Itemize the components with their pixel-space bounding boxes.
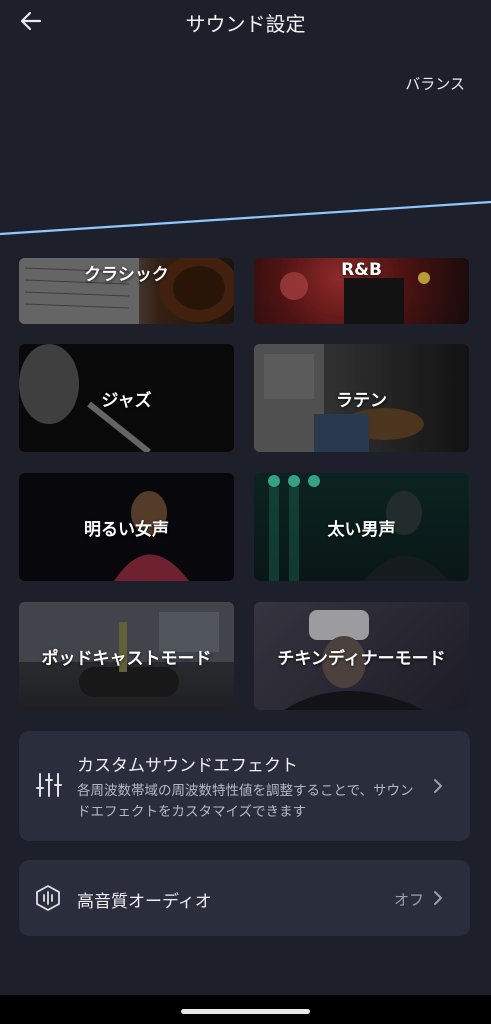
home-indicator[interactable]	[181, 1009, 310, 1014]
preset-card-podcast-mode[interactable]: ポッドキャストモード	[19, 602, 234, 710]
custom-sound-effect-description: 各周波数帯域の周波数特性値を調整することで、サウンドエフェクトをカスタマイズでき…	[77, 783, 414, 820]
hq-audio-icon	[36, 885, 60, 911]
chevron-right-icon	[434, 891, 442, 905]
preset-label: ジャズ	[101, 390, 152, 411]
hq-audio-item[interactable]: 高音質オーディオ オフ	[19, 860, 470, 936]
custom-sound-effect-item[interactable]: カスタムサウンドエフェクト 各周波数帯域の周波数特性値を調整することで、サウンド…	[19, 731, 470, 841]
preset-card-rnb[interactable]: R&B	[254, 258, 469, 324]
equalizer-sliders-icon	[36, 773, 62, 797]
preset-card-chicken-dinner-mode[interactable]: チキンディナーモード	[254, 602, 469, 710]
preset-card-jazz[interactable]: ジャズ	[19, 344, 234, 452]
preset-label: クラシック	[84, 265, 169, 285]
preset-label: 太い男声	[327, 519, 396, 540]
preset-label: ラテン	[336, 390, 387, 411]
preset-label: チキンディナーモード	[277, 648, 446, 669]
preset-label: 明るい女声	[84, 519, 169, 540]
preset-label: ポッドキャストモード	[41, 648, 212, 669]
preset-card-bright-female-voice[interactable]: 明るい女声	[19, 473, 234, 581]
preset-card-deep-male-voice[interactable]: 太い男声	[254, 473, 469, 581]
chevron-right-icon	[434, 779, 442, 793]
preset-label: R&B	[341, 260, 382, 280]
hq-audio-status: オフ	[393, 891, 424, 909]
custom-sound-effect-title: カスタムサウンドエフェクト	[77, 756, 298, 776]
hq-audio-title: 高音質オーディオ	[77, 892, 212, 912]
preset-card-classic[interactable]: クラシック	[19, 258, 234, 324]
preset-card-latin[interactable]: ラテン	[254, 344, 469, 452]
